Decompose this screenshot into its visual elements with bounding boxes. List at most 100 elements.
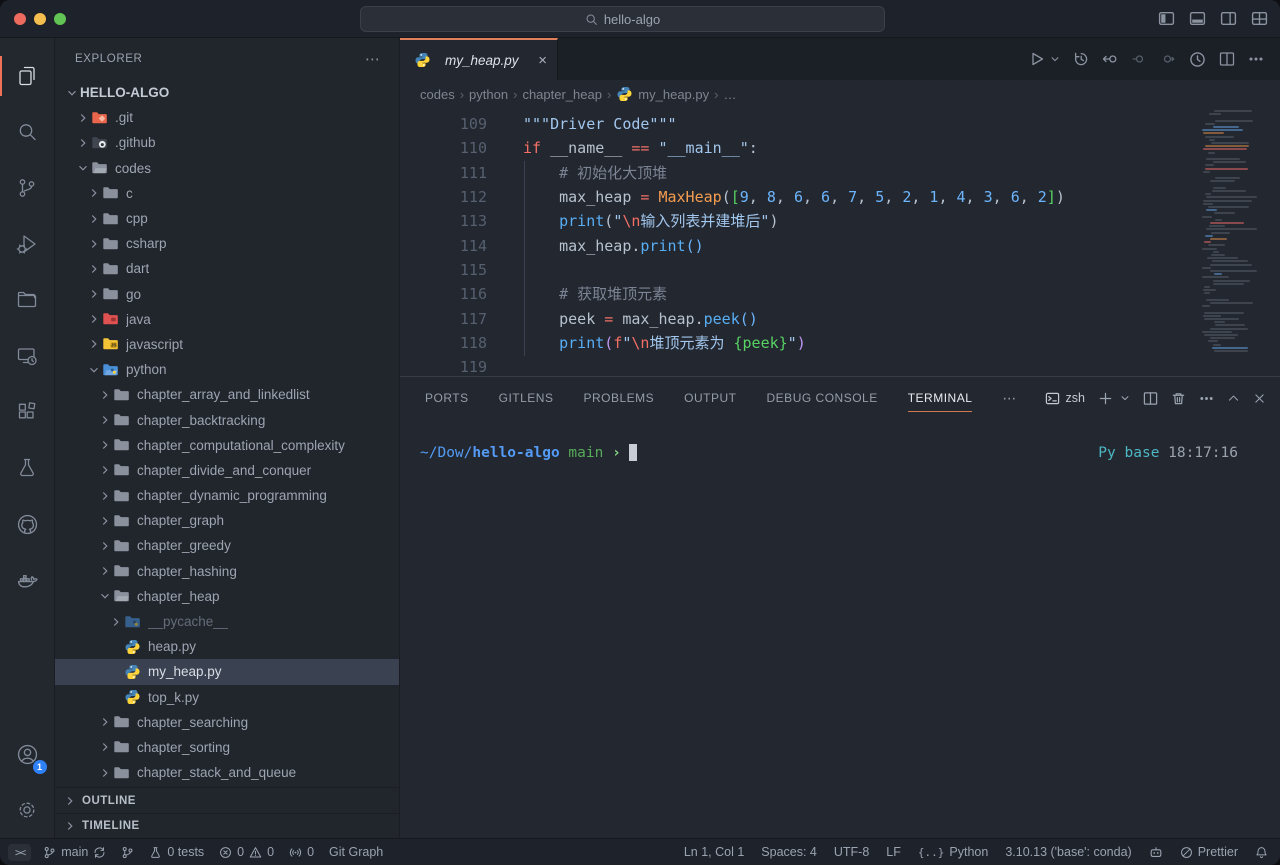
search-view-icon[interactable] <box>0 104 55 160</box>
file-explorer-alt-view-icon[interactable] <box>0 272 55 328</box>
tree-item-codes[interactable]: codes <box>55 156 399 181</box>
chevron-right-icon[interactable] <box>85 236 102 252</box>
chevron-right-icon[interactable] <box>85 211 102 227</box>
status-remote-indicator[interactable]: >< <box>8 844 31 861</box>
status-problems[interactable]: 00 <box>219 845 274 859</box>
tree-item--github[interactable]: .github <box>55 130 399 155</box>
code-line-117[interactable]: 117 peek = max_heap.peek() <box>400 307 1280 331</box>
panel-tab-ports[interactable]: PORTS <box>425 377 469 419</box>
chevron-right-icon[interactable] <box>74 135 91 151</box>
code-line-110[interactable]: 110if __name__ == "__main__": <box>400 136 1280 160</box>
close-window-button[interactable] <box>14 13 26 25</box>
tree-item-chapter-hashing[interactable]: chapter_hashing <box>55 559 399 584</box>
tree-item-cpp[interactable]: cpp <box>55 206 399 231</box>
status-prettier[interactable]: Prettier <box>1180 845 1238 859</box>
customize-layout-icon[interactable] <box>1251 10 1268 27</box>
status-copilot[interactable] <box>1149 845 1163 859</box>
breadcrumb-item[interactable]: chapter_heap <box>522 87 602 102</box>
chevron-right-icon[interactable] <box>96 714 113 730</box>
tree-item-chapter-greedy[interactable]: chapter_greedy <box>55 533 399 558</box>
maximize-panel-icon[interactable] <box>1227 392 1240 405</box>
chevron-right-icon[interactable] <box>96 412 113 428</box>
panel-more-actions-icon[interactable] <box>1199 391 1214 406</box>
chevron-right-icon[interactable] <box>107 614 124 630</box>
minimap[interactable] <box>1200 110 1270 355</box>
zoom-window-button[interactable] <box>54 13 66 25</box>
tree-item-dart[interactable]: dart <box>55 256 399 281</box>
kill-terminal-icon[interactable] <box>1171 391 1186 406</box>
status-tests[interactable]: 0 tests <box>149 845 204 859</box>
extensions-view-icon[interactable] <box>0 384 55 440</box>
chevron-right-icon[interactable] <box>85 261 102 277</box>
code-line-111[interactable]: 111 # 初始化大顶堆 <box>400 161 1280 185</box>
panel-tab-terminal[interactable]: TERMINAL <box>908 377 973 419</box>
command-center-search[interactable]: hello-algo <box>360 6 885 32</box>
toggle-panel-icon[interactable] <box>1189 10 1206 27</box>
terminal-content[interactable]: ~/Dow/hello-algo main › Py base 18:17:16 <box>400 419 1280 838</box>
code-line-119[interactable]: 119 <box>400 355 1280 376</box>
chevron-right-icon[interactable] <box>96 563 113 579</box>
status-cursor-position[interactable]: Ln 1, Col 1 <box>684 845 744 859</box>
split-terminal-icon[interactable] <box>1143 391 1158 406</box>
chevron-right-icon[interactable] <box>96 538 113 554</box>
new-terminal-icon[interactable] <box>1098 391 1113 406</box>
run-python-file-icon[interactable] <box>1029 51 1045 67</box>
chevron-right-icon[interactable] <box>74 110 91 126</box>
code-line-114[interactable]: 114 max_heap.print() <box>400 234 1280 258</box>
status-indentation[interactable]: Spaces: 4 <box>761 845 817 859</box>
code-line-113[interactable]: 113 print("\n输入列表并建堆后") <box>400 209 1280 233</box>
status-git-branch[interactable]: main <box>43 845 106 859</box>
editor-more-actions-icon[interactable] <box>1248 51 1264 67</box>
tree-item-chapter-dynamic-programming[interactable]: chapter_dynamic_programming <box>55 483 399 508</box>
explorer-view-icon[interactable] <box>0 48 55 104</box>
code-line-116[interactable]: 116 # 获取堆顶元素 <box>400 282 1280 306</box>
close-tab-icon[interactable]: × <box>538 52 547 69</box>
chevron-right-icon[interactable] <box>85 311 102 327</box>
sidebar-section-outline[interactable]: OUTLINE <box>55 788 399 813</box>
status-language-mode[interactable]: {..}Python <box>918 845 988 859</box>
tab-my-heap[interactable]: my_heap.py × <box>400 38 558 80</box>
split-editor-icon[interactable] <box>1219 51 1235 67</box>
minimize-window-button[interactable] <box>34 13 46 25</box>
github-view-icon[interactable] <box>0 496 55 552</box>
status-notifications[interactable] <box>1255 846 1268 859</box>
tree-item-go[interactable]: go <box>55 282 399 307</box>
code-line-109[interactable]: 109"""Driver Code""" <box>400 112 1280 136</box>
tree-item-chapter-array-and-linkedlist[interactable]: chapter_array_and_linkedlist <box>55 382 399 407</box>
source-control-view-icon[interactable] <box>0 160 55 216</box>
tree-item--git[interactable]: .git <box>55 105 399 130</box>
status-feedback[interactable]: 0 <box>289 845 314 859</box>
gitlens-file-history-icon[interactable] <box>1189 51 1206 68</box>
tree-item-csharp[interactable]: csharp <box>55 231 399 256</box>
chevron-down-icon[interactable] <box>63 85 80 101</box>
tree-item-chapter-heap[interactable]: chapter_heap <box>55 584 399 609</box>
tree-item-hello-algo[interactable]: HELLO-ALGO <box>55 80 399 105</box>
tree-item-top-k-py[interactable]: top_k.py <box>55 685 399 710</box>
breadcrumb-item[interactable]: python <box>469 87 508 102</box>
status-python-interpreter[interactable]: 3.10.13 ('base': conda) <box>1005 845 1131 859</box>
panel-tab-gitlens[interactable]: GITLENS <box>499 377 554 419</box>
chevron-right-icon[interactable] <box>96 462 113 478</box>
chevron-right-icon[interactable] <box>96 488 113 504</box>
chevron-right-icon[interactable] <box>85 336 102 352</box>
timeline-history-icon[interactable] <box>1073 51 1089 67</box>
chevron-right-icon[interactable] <box>96 513 113 529</box>
run-dropdown-icon[interactable] <box>1050 54 1060 64</box>
chevron-right-icon[interactable] <box>96 437 113 453</box>
open-changes-icon[interactable] <box>1102 51 1118 67</box>
breadcrumb-item[interactable]: my_heap.py <box>616 86 709 102</box>
testing-view-icon[interactable] <box>0 440 55 496</box>
breadcrumb-item[interactable]: codes <box>420 87 455 102</box>
tree-item-c[interactable]: c <box>55 181 399 206</box>
tree-item-java[interactable]: java <box>55 307 399 332</box>
tree-item-heap-py[interactable]: heap.py <box>55 634 399 659</box>
terminal-shell-label[interactable]: zsh <box>1045 391 1085 406</box>
panel-tab-debug-console[interactable]: DEBUG CONSOLE <box>767 377 878 419</box>
code-line-115[interactable]: 115 <box>400 258 1280 282</box>
tree-item--pycache-[interactable]: __pycache__ <box>55 609 399 634</box>
tree-item-javascript[interactable]: JSjavascript <box>55 332 399 357</box>
docker-view-icon[interactable] <box>0 552 55 608</box>
status-eol[interactable]: LF <box>886 845 901 859</box>
chevron-right-icon[interactable] <box>85 286 102 302</box>
next-change-icon[interactable] <box>1160 51 1176 67</box>
